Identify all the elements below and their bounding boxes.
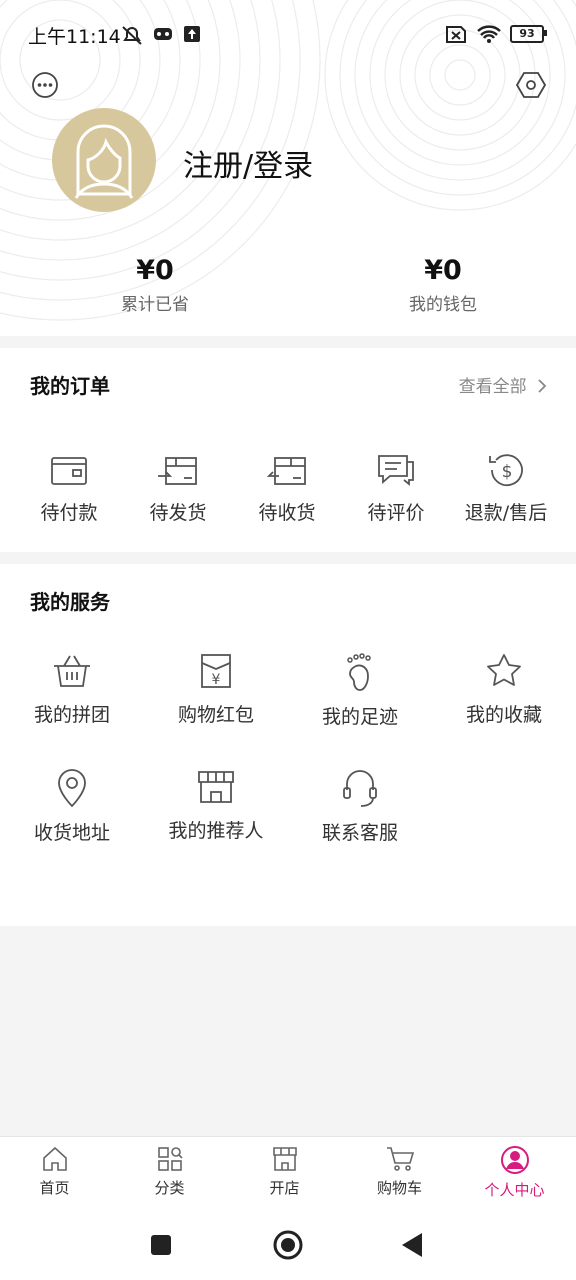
service-item-label: 联系客服 xyxy=(321,822,398,844)
service-footprint[interactable]: 我的足迹 xyxy=(290,652,430,729)
tab-profile[interactable]: 个人中心 xyxy=(457,1145,572,1200)
gamepad-icon xyxy=(154,28,172,40)
status-system-icons: 93 xyxy=(444,24,547,44)
upload-icon xyxy=(184,26,200,42)
service-item-label: 我的收藏 xyxy=(465,704,542,726)
tab-home[interactable]: 首页 xyxy=(0,1145,112,1198)
tab-label: 购物车 xyxy=(376,1179,422,1197)
basket-icon xyxy=(54,655,90,687)
profile-header: 上午11:14 93 注册/登录 ¥0 累计已省 ¥0 我的钱包 xyxy=(0,0,576,336)
status-notification-icons xyxy=(120,24,202,46)
stat-saved-value: ¥0 xyxy=(136,255,174,286)
service-item-label: 我的足迹 xyxy=(321,706,398,728)
tab-label: 首页 xyxy=(39,1179,70,1197)
order-refund-aftersale[interactable]: $ 退款/售后 xyxy=(451,452,561,525)
status-time: 上午11:14 xyxy=(28,26,121,48)
wifi-icon xyxy=(477,25,501,43)
stat-wallet-value: ¥0 xyxy=(424,255,462,286)
home-button-icon[interactable] xyxy=(272,1229,304,1261)
service-item-label: 购物红包 xyxy=(177,704,254,726)
order-item-label: 待评价 xyxy=(367,502,425,524)
view-all-label: 查看全部 xyxy=(458,377,527,397)
service-favorites[interactable]: 我的收藏 xyxy=(434,652,574,727)
stat-saved-label: 累计已省 xyxy=(121,295,189,315)
service-item-label: 收货地址 xyxy=(33,822,110,844)
user-icon xyxy=(500,1146,529,1174)
tab-cart[interactable]: 购物车 xyxy=(342,1145,457,1198)
order-pending-shipment[interactable]: 待发货 xyxy=(123,452,233,525)
avatar-icon xyxy=(74,124,134,199)
headset-icon xyxy=(343,770,377,807)
service-group-buy[interactable]: 我的拼团 xyxy=(2,652,142,727)
store-icon xyxy=(198,771,234,803)
service-address[interactable]: 收货地址 xyxy=(2,768,142,845)
tab-label: 分类 xyxy=(154,1179,185,1197)
service-red-envelope[interactable]: ¥ 购物红包 xyxy=(146,652,286,727)
stat-wallet[interactable]: ¥0 我的钱包 xyxy=(343,255,543,316)
service-customer-support[interactable]: 联系客服 xyxy=(290,768,430,845)
cart-icon xyxy=(386,1147,414,1171)
location-icon xyxy=(58,769,86,808)
order-item-label: 退款/售后 xyxy=(464,502,548,524)
tab-label: 个人中心 xyxy=(484,1181,545,1199)
avatar[interactable] xyxy=(52,108,156,212)
settings-icon[interactable] xyxy=(516,70,546,100)
chevron-right-icon xyxy=(538,379,547,393)
no-sim-icon xyxy=(446,26,466,43)
svg-text:¥: ¥ xyxy=(212,672,221,688)
category-icon xyxy=(157,1147,183,1171)
order-item-label: 待收货 xyxy=(258,502,316,524)
shop-icon xyxy=(272,1147,297,1171)
bottom-tab-bar: 首页 分类 开店 购物车 个人中心 xyxy=(0,1136,576,1213)
order-pending-receipt[interactable]: 待收货 xyxy=(232,452,342,525)
services-title: 我的服务 xyxy=(30,590,110,614)
refund-icon: $ xyxy=(489,454,523,487)
system-nav-bar xyxy=(0,1212,576,1280)
star-icon xyxy=(487,654,521,686)
recent-apps-icon[interactable] xyxy=(150,1234,172,1256)
tab-category[interactable]: 分类 xyxy=(112,1145,227,1198)
battery-level: 93 xyxy=(510,25,544,43)
red-envelope-icon: ¥ xyxy=(201,654,231,688)
order-item-label: 待发货 xyxy=(149,502,207,524)
svg-text:$: $ xyxy=(502,462,513,482)
orders-title: 我的订单 xyxy=(30,374,110,398)
stat-wallet-label: 我的钱包 xyxy=(409,295,477,315)
service-item-label: 我的推荐人 xyxy=(168,820,264,842)
order-pending-review[interactable]: 待评价 xyxy=(341,452,451,525)
tab-label: 开店 xyxy=(269,1179,300,1197)
services-card xyxy=(0,564,576,926)
service-item-label: 我的拼团 xyxy=(33,704,110,726)
battery-icon: 93 xyxy=(510,25,547,43)
order-pending-payment[interactable]: 待付款 xyxy=(14,452,124,525)
mute-bell-icon xyxy=(122,26,142,45)
footprint-icon xyxy=(347,653,371,691)
wallet-icon xyxy=(51,457,87,485)
order-item-label: 待付款 xyxy=(40,502,98,524)
ship-box-icon xyxy=(158,457,197,485)
tab-open-shop[interactable]: 开店 xyxy=(227,1145,342,1198)
view-all-orders-link[interactable]: 查看全部 xyxy=(459,372,548,397)
back-icon[interactable] xyxy=(400,1232,424,1258)
stat-saved[interactable]: ¥0 累计已省 xyxy=(55,255,255,316)
login-register-link[interactable]: 注册/登录 xyxy=(183,141,313,185)
receive-box-icon xyxy=(266,457,306,485)
service-referrer[interactable]: 我的推荐人 xyxy=(146,768,286,843)
home-icon xyxy=(42,1146,67,1171)
comment-icon xyxy=(378,455,414,486)
more-icon[interactable] xyxy=(30,70,60,100)
